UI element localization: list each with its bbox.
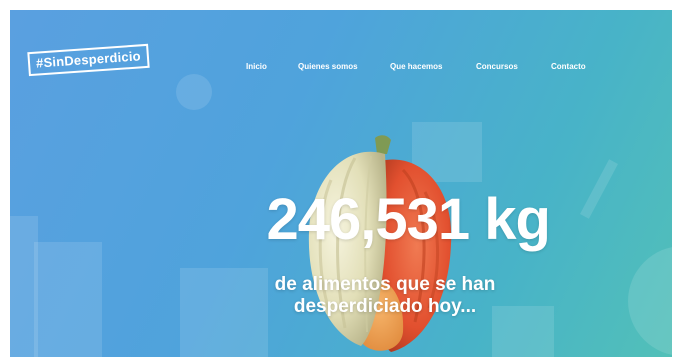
hero-subtitle: de alimentos que se han desperdiciado ho… xyxy=(240,274,530,318)
nav-item-quienes-somos[interactable]: Quienes somos xyxy=(298,62,358,71)
waste-counter: 246,531 kg xyxy=(266,187,551,252)
decor-circle-right xyxy=(628,246,672,356)
decor-slash-right xyxy=(580,159,618,219)
nav-item-concursos[interactable]: Concursos xyxy=(476,62,518,71)
decor-circle-top xyxy=(176,74,212,110)
nav-item-contacto[interactable]: Contacto xyxy=(551,62,586,71)
decor-rect-left-2 xyxy=(34,242,102,357)
hero-subtitle-line-1: de alimentos que se han xyxy=(274,274,496,295)
nav-item-inicio[interactable]: Inicio xyxy=(246,62,267,71)
hero-section: #SinDesperdicio Inicio Quienes somos Que… xyxy=(10,10,672,357)
main-nav: Inicio Quienes somos Que hacemos Concurs… xyxy=(10,62,672,76)
hero-subtitle-line-2: desperdiciado hoy... xyxy=(293,296,477,317)
nav-item-que-hacemos[interactable]: Que hacemos xyxy=(390,62,442,71)
